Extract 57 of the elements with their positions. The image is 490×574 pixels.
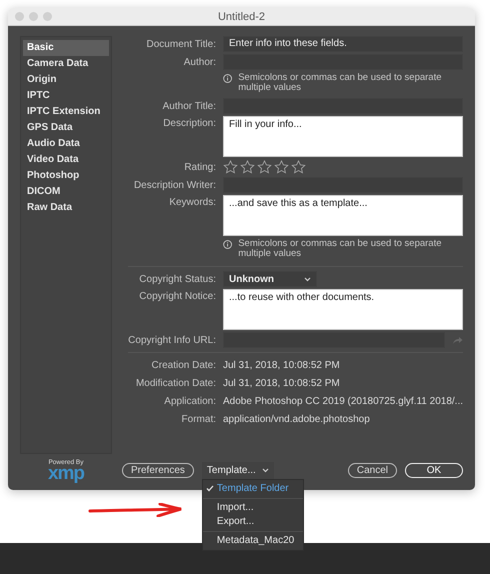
field-label: Creation Date:: [150, 360, 216, 370]
chevron-icon: [262, 468, 269, 472]
template-menu-button[interactable]: Template...: [202, 462, 274, 478]
field-label: Document Title:: [146, 38, 216, 50]
status-dropdown[interactable]: Unknown: [223, 271, 317, 287]
dialog-button[interactable]: Preferences: [122, 462, 194, 478]
menu-item[interactable]: Metadata_Mac20: [202, 534, 303, 548]
field-label: Copyright Notice:: [138, 290, 216, 302]
star-icon[interactable]: [223, 160, 238, 174]
info-icon: [223, 73, 232, 84]
star-icon[interactable]: [291, 160, 306, 174]
dialog-button[interactable]: Cancel: [348, 462, 397, 478]
sidebar-item[interactable]: Basic: [23, 40, 109, 56]
ok-button[interactable]: OK: [405, 462, 463, 478]
info-value: Jul 31, 2018, 10:08:52 PM: [223, 378, 340, 388]
sidebar-item[interactable]: IPTC: [23, 88, 109, 104]
checkmark-icon: [206, 485, 214, 492]
hint-text: Semicolons or commas can be used to separate multiple values: [238, 73, 443, 93]
sidebar-item[interactable]: Photoshop: [23, 168, 109, 184]
info-value: application/vnd.adobe.photoshop: [223, 414, 370, 424]
sidebar-item[interactable]: Raw Data: [23, 200, 109, 216]
star-icon[interactable]: [240, 160, 255, 174]
field-label: Copyright Status:: [138, 274, 216, 284]
field-label: Description Writer:: [132, 180, 216, 190]
field-label: Author:: [182, 56, 216, 68]
sidebar-item[interactable]: Origin: [23, 72, 109, 88]
sidebar-item[interactable]: DICOM: [23, 184, 109, 200]
text-area[interactable]: ...to reuse with other documents.: [223, 289, 463, 330]
text-field[interactable]: Enter info into these fields.: [223, 36, 463, 52]
field-label: Modification Date:: [134, 378, 216, 388]
field-label: Author Title:: [162, 100, 216, 112]
star-icon[interactable]: [274, 160, 289, 174]
xmp-logo: xmp: [48, 466, 84, 482]
star-icon[interactable]: [257, 160, 272, 174]
menu-item[interactable]: Export...: [202, 514, 303, 528]
sidebar-item[interactable]: Camera Data: [23, 56, 109, 72]
sidebar-item[interactable]: GPS Data: [23, 120, 109, 136]
sidebar-item[interactable]: IPTC Extension: [23, 104, 109, 120]
menu-item[interactable]: Import...: [202, 500, 303, 514]
chevron-icon: [304, 276, 311, 282]
info-icon: [223, 239, 232, 250]
window-title: Untitled-2: [218, 10, 266, 22]
field-label: Application:: [163, 396, 216, 406]
sidebar-item[interactable]: Audio Data: [23, 136, 109, 152]
text-area[interactable]: Fill in your info...: [223, 116, 463, 157]
menu-item[interactable]: Template Folder: [202, 482, 303, 496]
field-label: Copyright Info URL:: [127, 334, 216, 346]
field-label: Rating:: [183, 162, 216, 172]
share-arrow-icon[interactable]: [452, 336, 463, 344]
sidebar-item[interactable]: Video Data: [23, 152, 109, 168]
field-label: Keywords:: [168, 196, 216, 208]
field-label: Format:: [180, 414, 216, 424]
field-label: Description:: [162, 117, 216, 129]
info-value: Adobe Photoshop CC 2019 (20180725.glyf.11 2018/...: [223, 396, 463, 406]
info-value: Jul 31, 2018, 10:08:52 PM: [223, 360, 340, 370]
hint-text: Semicolons or commas can be used to separate multiple values: [238, 239, 443, 259]
text-area[interactable]: ...and save this as a template...: [223, 195, 463, 236]
